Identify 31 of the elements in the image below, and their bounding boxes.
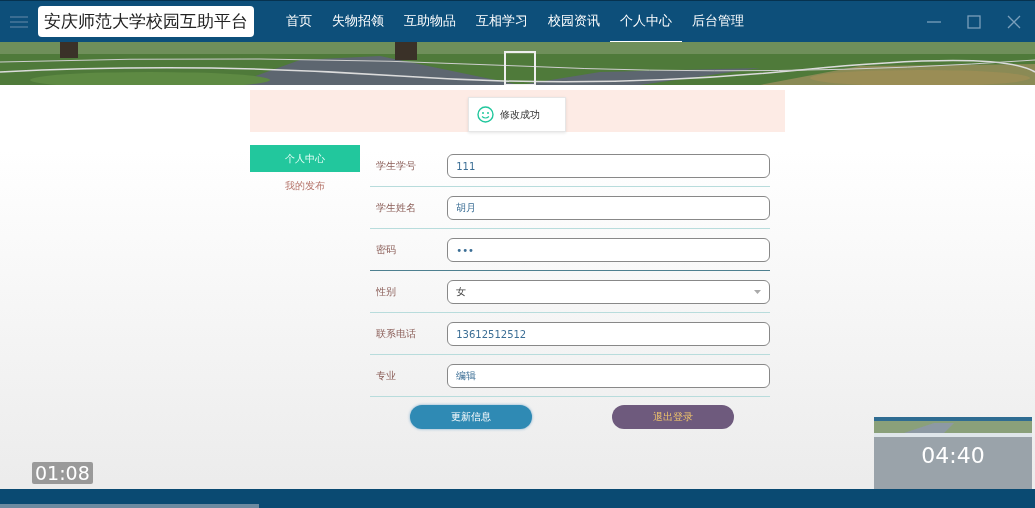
nav-tab[interactable]: 互相学习: [466, 0, 538, 43]
input-field[interactable]: 13612512512: [447, 322, 770, 346]
select-field[interactable]: 女: [447, 280, 770, 304]
menu-icon[interactable]: [10, 14, 28, 29]
site-title: 安庆师范大学校园互助平台: [38, 6, 254, 37]
dropdown-caret-icon: [754, 290, 761, 294]
update-button[interactable]: 更新信息: [410, 405, 532, 429]
playback-time: 01:08: [32, 462, 93, 484]
nav-tab[interactable]: 互助物品: [394, 0, 466, 43]
field-label: 学生姓名: [375, 201, 417, 215]
input-field[interactable]: •••: [447, 238, 770, 262]
nav-tab[interactable]: 失物招领: [322, 0, 394, 43]
sidebar-item[interactable]: 我的发布: [250, 172, 360, 199]
field-label: 密码: [375, 243, 397, 257]
field-label: 专业: [375, 369, 397, 383]
close-icon[interactable]: [1007, 14, 1021, 29]
smiley-icon: [477, 106, 494, 123]
field-label: 联系电话: [375, 327, 417, 341]
input-field[interactable]: 编辑: [447, 364, 770, 388]
maximize-icon[interactable]: [967, 14, 981, 29]
field-label: 学生学号: [375, 159, 417, 173]
nav-tab[interactable]: 校园资讯: [538, 0, 610, 43]
input-field[interactable]: 胡月: [447, 196, 770, 220]
toast-text: 修改成功: [500, 107, 540, 122]
input-field[interactable]: 111: [447, 154, 770, 178]
nav-tab[interactable]: 首页: [276, 0, 322, 43]
logout-button[interactable]: 退出登录: [612, 405, 734, 429]
progress-track[interactable]: [0, 489, 1035, 508]
preview-time: 04:40: [921, 443, 985, 468]
field-label: 性别: [375, 285, 397, 299]
nav-tab[interactable]: 后台管理: [682, 0, 754, 43]
